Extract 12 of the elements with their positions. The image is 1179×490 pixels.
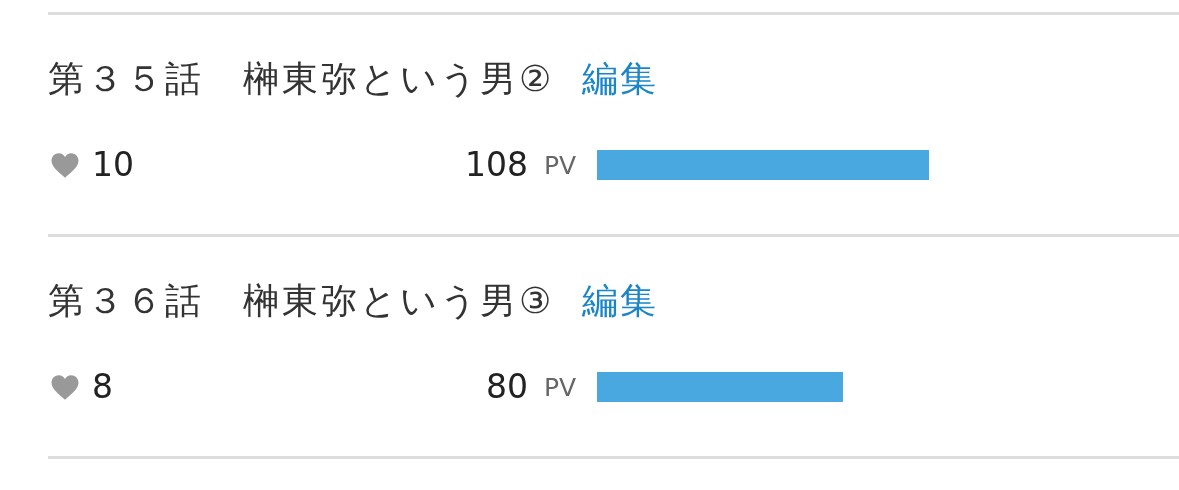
view-count: 108 (464, 145, 528, 185)
heart-icon (50, 373, 80, 401)
pv-label: PV (544, 150, 578, 180)
edit-link[interactable]: 編集 (582, 276, 659, 326)
heart-icon (50, 151, 80, 179)
like-count: 8 (92, 367, 113, 407)
episode-title: 第３６話 榊東弥という男③ (48, 278, 555, 323)
edit-link[interactable]: 編集 (582, 54, 659, 104)
episode-title: 第３５話 榊東弥という男② (48, 56, 555, 101)
pv-label: PV (544, 372, 578, 402)
like-count: 10 (92, 145, 134, 185)
view-count: 80 (485, 367, 528, 407)
